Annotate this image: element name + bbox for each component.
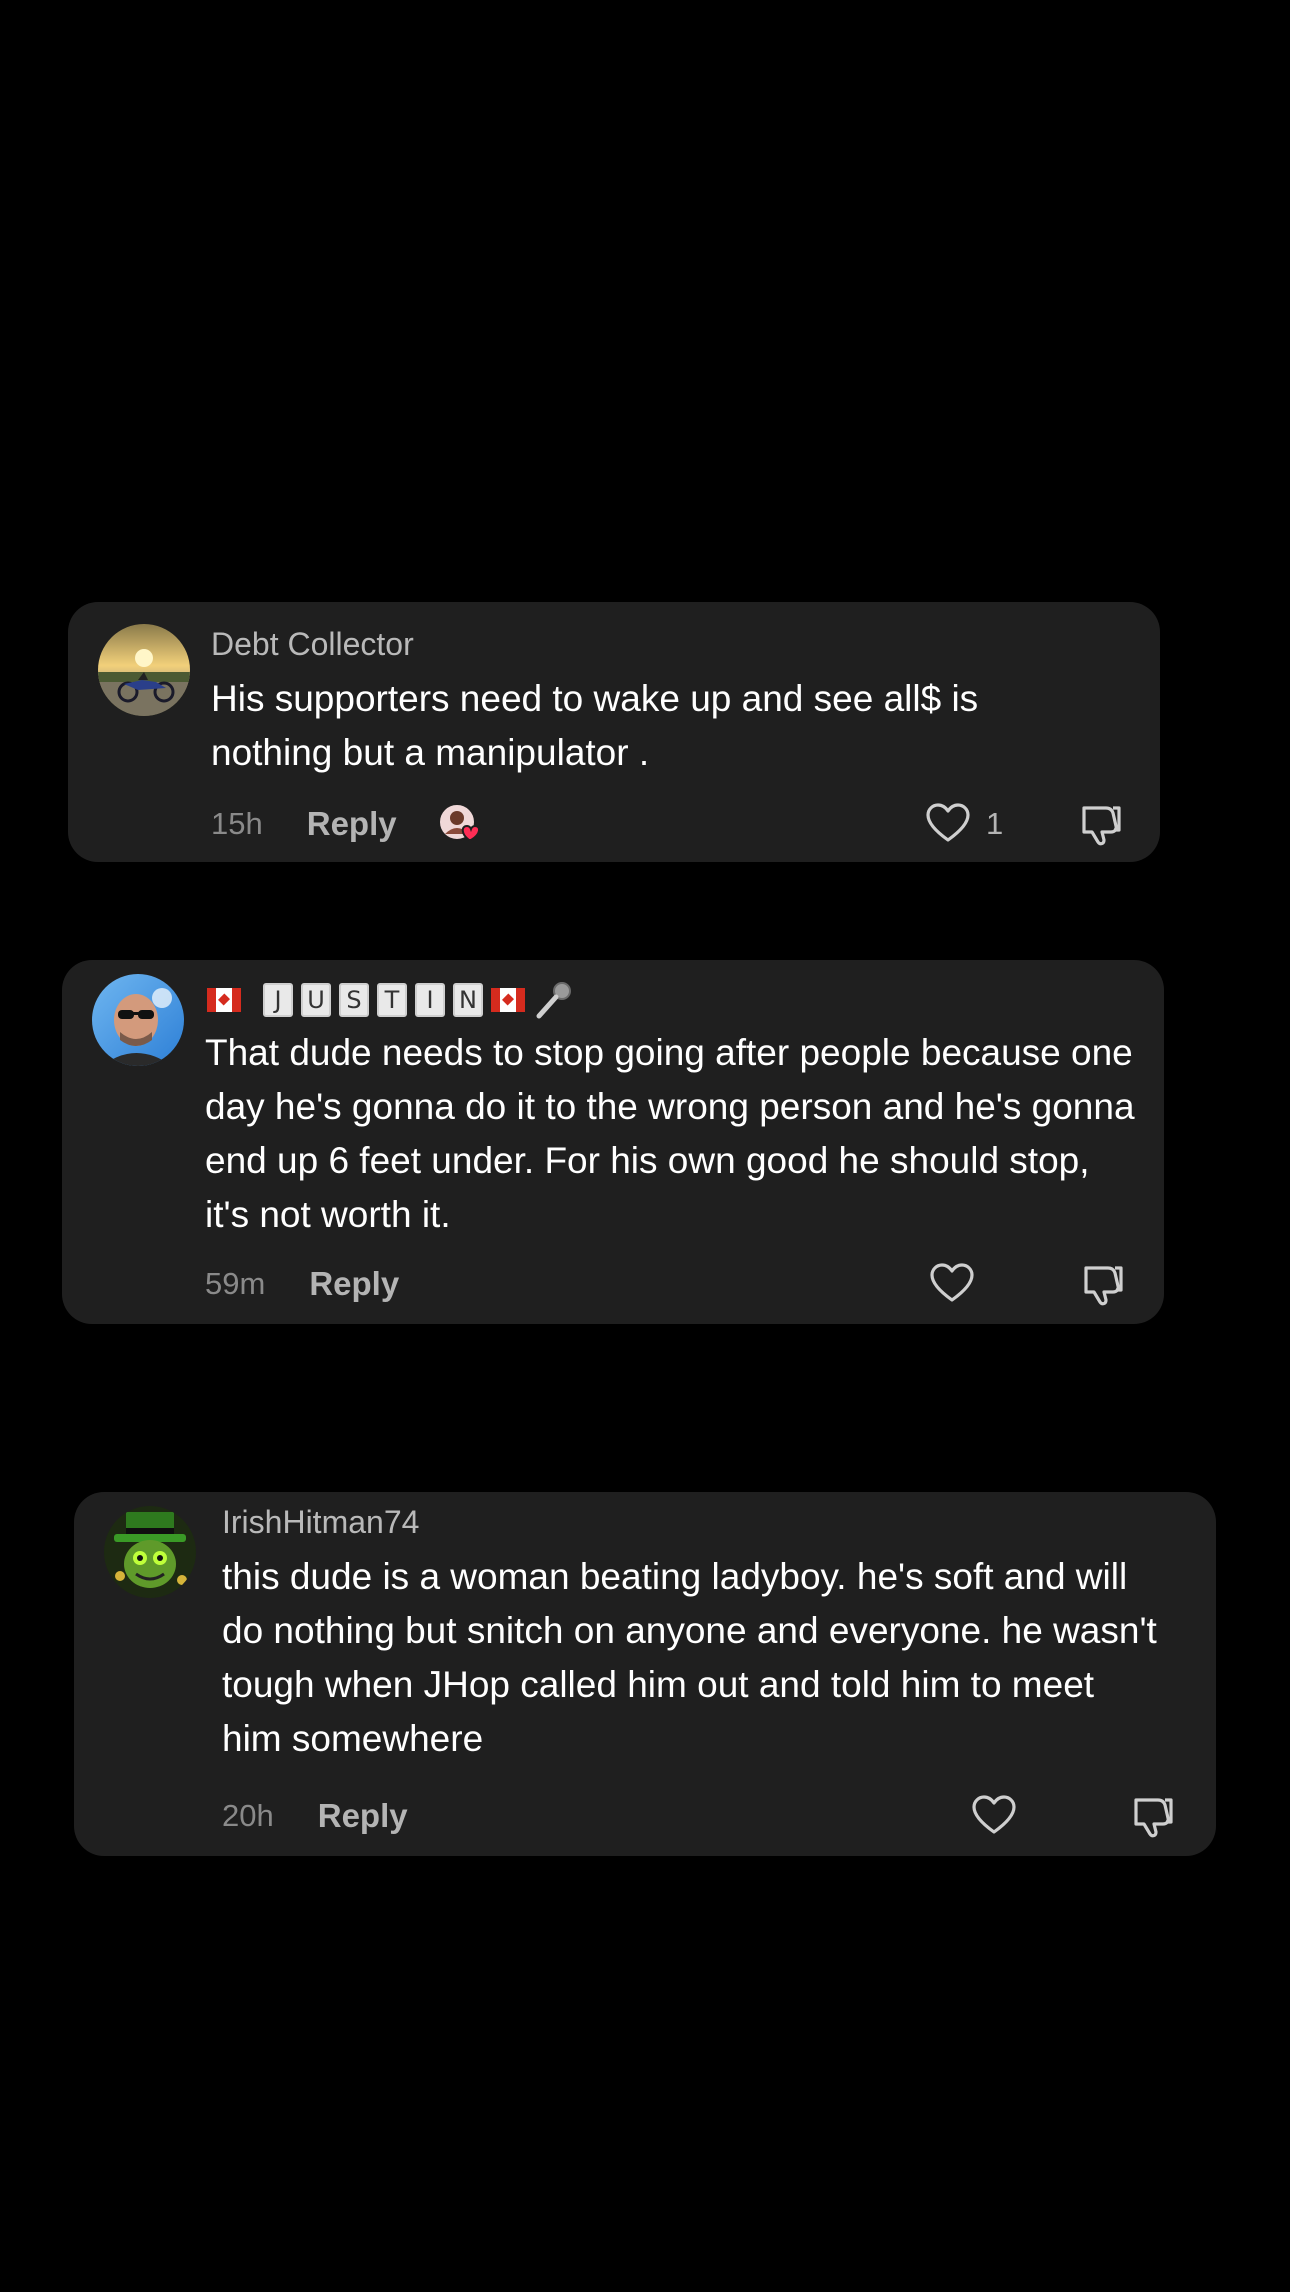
- creator-avatar-heart-icon: [437, 803, 480, 841]
- canada-flag-icon: [207, 988, 241, 1012]
- man-sunglasses-avatar-icon: [92, 974, 184, 1066]
- comment-card: Debt Collector His supporters need to wa…: [68, 602, 1160, 862]
- username[interactable]: Debt Collector: [211, 626, 414, 663]
- comment-card: J U S T I N That dude needs to stop goin…: [62, 960, 1164, 1324]
- dislike-icon[interactable]: [1078, 1260, 1126, 1308]
- like-group: 1: [924, 796, 1003, 852]
- heart-icon[interactable]: [924, 800, 972, 848]
- heart-icon[interactable]: [928, 1260, 976, 1308]
- reply-button[interactable]: Reply: [307, 805, 397, 843]
- reply-button[interactable]: Reply: [318, 1797, 408, 1835]
- dislike-icon[interactable]: [1128, 1792, 1176, 1840]
- timestamp: 20h: [222, 1798, 274, 1833]
- timestamp: 15h: [211, 806, 263, 841]
- comment-text: His supporters need to wake up and see a…: [211, 678, 979, 773]
- comment-card: IrishHitman74 this dude is a woman beati…: [74, 1492, 1216, 1856]
- heart-icon[interactable]: [970, 1792, 1018, 1840]
- username[interactable]: IrishHitman74: [222, 1504, 419, 1541]
- comment-meta: 59m Reply: [205, 1256, 399, 1312]
- green-leprechaun-avatar-icon: [104, 1506, 196, 1598]
- timestamp: 59m: [205, 1266, 266, 1301]
- avatar[interactable]: [98, 624, 190, 716]
- username[interactable]: J U S T I N: [207, 978, 575, 1022]
- avatar[interactable]: [92, 974, 184, 1066]
- sunset-motorcycle-avatar-icon: [98, 624, 190, 716]
- comment-text: this dude is a woman beating ladyboy. he…: [222, 1556, 1157, 1759]
- creator-liked-badge: [437, 800, 485, 848]
- username-letter: S: [339, 983, 369, 1017]
- username-letter: T: [377, 983, 407, 1017]
- username-letter: I: [415, 983, 445, 1017]
- username-letter: J: [263, 983, 293, 1017]
- reply-button[interactable]: Reply: [309, 1265, 399, 1303]
- comment-meta: 15h Reply: [211, 796, 485, 852]
- username-letter: U: [301, 983, 331, 1017]
- dislike-icon[interactable]: [1076, 800, 1124, 848]
- avatar[interactable]: [104, 1506, 196, 1598]
- microphone-icon: [536, 982, 571, 1019]
- comment-meta: 20h Reply: [222, 1788, 408, 1844]
- canada-flag-icon: [491, 988, 525, 1012]
- username-letter: N: [453, 983, 483, 1017]
- like-count: 1: [986, 806, 1004, 841]
- comment-text: That dude needs to stop going after peop…: [205, 1032, 1135, 1235]
